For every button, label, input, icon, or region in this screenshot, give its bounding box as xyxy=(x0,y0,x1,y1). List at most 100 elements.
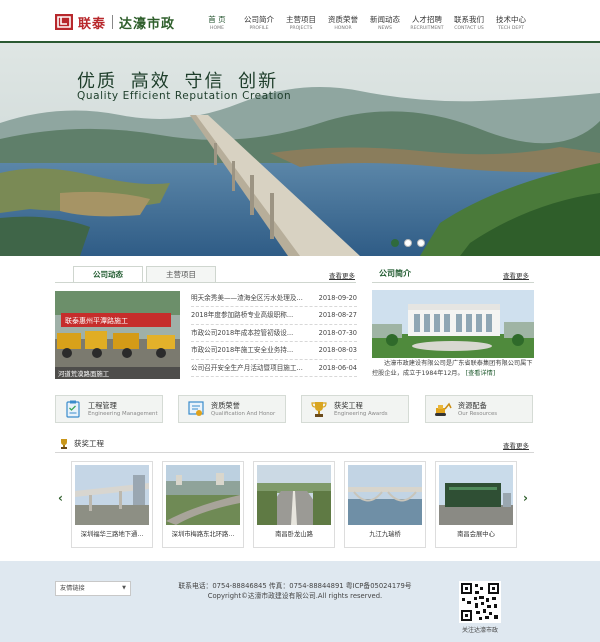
nav-label: 资质荣誉 xyxy=(328,15,358,24)
awards-title: 获奖工程 xyxy=(74,439,104,448)
service-label: 获奖工程 xyxy=(334,400,363,410)
carousel-dots xyxy=(391,239,425,247)
news-title[interactable]: 2018年度参加路桥专业高级职称... xyxy=(191,307,293,323)
nav-sublabel: CONTACT US xyxy=(454,26,484,31)
nav-sublabel: TECH DEPT xyxy=(498,26,524,31)
award-card[interactable]: 深圳市梅路东北环路... xyxy=(162,461,244,548)
service-sublabel: Engineering Awards xyxy=(334,410,388,417)
nav-item-home[interactable]: 首 页 HOME xyxy=(196,15,238,33)
intro-more-link[interactable]: 查看更多 xyxy=(503,270,529,280)
excavator-icon xyxy=(435,402,452,416)
news-date: 2018-07-30 xyxy=(318,328,357,337)
carousel-dot[interactable] xyxy=(417,239,425,247)
news-date: 2018-08-03 xyxy=(318,346,357,355)
hero-banner[interactable]: 优质 高效 守信 创新 Quality Efficient Reputation… xyxy=(0,43,600,256)
award-photo xyxy=(257,465,331,525)
news-item[interactable]: 公司召开安全生产月活动暨项目施工... 2018-06-04 xyxy=(191,360,357,377)
clipboard-icon xyxy=(66,400,80,418)
site-logo[interactable]: 联泰 达濠市政 xyxy=(55,12,175,32)
news-title[interactable]: 市政公司2018年施工安全业务持... xyxy=(191,342,293,358)
news-title[interactable]: 明天余秀美——渣海全区污水处理及... xyxy=(191,290,303,306)
news-photo[interactable]: 联泰惠州平潭路施工 河道荒漠路面施工 xyxy=(55,291,180,379)
friend-links-select[interactable]: 友情链接 ▼ xyxy=(55,581,131,596)
logo-name: 联泰 xyxy=(78,16,107,32)
chevron-down-icon: ▼ xyxy=(122,585,126,591)
tab-company-news[interactable]: 公司动态 xyxy=(73,266,143,283)
news-item[interactable]: 市政公司2018年施工安全业务持... 2018-08-03 xyxy=(191,342,357,360)
news-tabs: 公司动态 主营项目 xyxy=(73,266,219,283)
nav-sublabel: RECRUITMENT xyxy=(410,26,444,31)
award-caption: 深圳福华三路地下通... xyxy=(80,531,144,538)
nav-label: 人才招聘 xyxy=(412,15,442,24)
award-card[interactable]: 九江九瑞桥 xyxy=(344,461,426,548)
nav-item-honor[interactable]: 资质荣誉 HONOR xyxy=(322,15,364,33)
news-item[interactable]: 2018年度参加路桥专业高级职称... 2018-08-27 xyxy=(191,307,357,325)
nav-item-recruitment[interactable]: 人才招聘 RECRUITMENT xyxy=(406,15,448,33)
award-card[interactable]: 深圳福华三路地下通... xyxy=(71,461,153,548)
certificate-icon xyxy=(188,401,204,416)
footer-contact: 联系电话：0754-88846845 传真：0754-88844891 粤ICP… xyxy=(178,582,412,590)
award-photo xyxy=(439,465,513,525)
carousel-dot[interactable] xyxy=(404,239,412,247)
svg-text:联泰惠州平潭路施工: 联泰惠州平潭路施工 xyxy=(65,316,128,325)
news-more-link[interactable]: 查看更多 xyxy=(329,270,355,280)
site-footer xyxy=(0,561,600,642)
nav-sublabel: PROFILE xyxy=(249,26,269,31)
tab-main-projects[interactable]: 主营项目 xyxy=(146,266,216,283)
building-image xyxy=(372,290,534,358)
award-card[interactable]: 南昌卧龙山路 xyxy=(253,461,335,548)
nav-label: 技术中心 xyxy=(496,15,526,24)
service-sublabel: Our Resources xyxy=(458,410,498,417)
nav-label: 新闻动态 xyxy=(370,15,400,24)
logo-divider xyxy=(112,15,114,29)
service-sublabel: Engineering Management xyxy=(88,410,158,417)
nav-label: 公司简介 xyxy=(244,15,274,24)
nav-item-news[interactable]: 新闻动态 NEWS xyxy=(364,15,406,33)
news-title[interactable]: 市政公司2018年成本控管初级设... xyxy=(191,325,293,341)
nav-label: 主营项目 xyxy=(286,15,316,24)
nav-item-contact[interactable]: 联系我们 CONTACT US xyxy=(448,15,490,33)
service-qualification-honor[interactable]: 资质荣誉 Qualification And Honor xyxy=(178,395,286,423)
logo-subtitle: 达濠市政 xyxy=(119,16,176,32)
trophy-icon xyxy=(61,439,67,449)
award-card[interactable]: 南昌会展中心 xyxy=(435,461,517,548)
service-engineering-awards[interactable]: 获奖工程 Engineering Awards xyxy=(301,395,409,423)
intro-heading: 公司简介 xyxy=(379,269,411,278)
intro-detail-link[interactable]: [查看详情] xyxy=(466,370,496,377)
award-caption: 南昌卧龙山路 xyxy=(275,531,313,538)
news-date: 2018-08-27 xyxy=(318,311,357,320)
nav-item-projects[interactable]: 主营项目 PROJECTS xyxy=(280,15,322,33)
carousel-dot[interactable] xyxy=(391,239,399,247)
news-divider xyxy=(55,282,356,283)
nav-label: 联系我们 xyxy=(454,15,484,24)
nav-sublabel: HOME xyxy=(210,26,224,31)
news-item[interactable]: 明天余秀美——渣海全区污水处理及... 2018-09-20 xyxy=(191,290,357,308)
nav-item-tech[interactable]: 技术中心 TECH DEPT xyxy=(490,15,532,33)
service-our-resources[interactable]: 资源配备 Our Resources xyxy=(425,395,533,423)
nav-item-profile[interactable]: 公司简介 PROFILE xyxy=(238,15,280,33)
intro-description: 达濠市政建设有限公司是广东省联泰集团有限公司属下控股企业，成立于1984年12月… xyxy=(372,359,534,379)
news-list: 明天余秀美——渣海全区污水处理及... 2018-09-20 2018年度参加路… xyxy=(191,290,357,377)
service-sublabel: Qualification And Honor xyxy=(211,410,276,417)
nav-label: 首 页 xyxy=(208,15,226,24)
news-title[interactable]: 公司召开安全生产月活动暨项目施工... xyxy=(191,360,303,376)
service-label: 工程管理 xyxy=(88,400,117,410)
awards-more-link[interactable]: 查看更多 xyxy=(503,440,529,450)
award-photo xyxy=(166,465,240,525)
qr-code xyxy=(459,581,501,623)
chevron-left-icon[interactable]: ‹ xyxy=(58,491,63,505)
trophy-icon xyxy=(311,402,327,417)
nav-sublabel: PROJECTS xyxy=(289,26,313,31)
main-nav: 首 页 HOME 公司简介 PROFILE 主营项目 PROJECTS 资质荣誉… xyxy=(196,15,532,33)
company-building-photo[interactable] xyxy=(372,290,534,358)
service-label: 资质荣誉 xyxy=(211,400,240,410)
news-photo-caption: 河道荒漠路面施工 xyxy=(58,370,110,378)
service-engineering-management[interactable]: 工程管理 Engineering Management xyxy=(55,395,163,423)
chevron-right-icon[interactable]: › xyxy=(523,491,528,505)
qr-caption: 关注达濠市政 xyxy=(461,627,498,634)
site-header: 联泰 达濠市政 首 页 HOME 公司简介 PROFILE 主营项目 PROJE… xyxy=(0,0,600,43)
news-item[interactable]: 市政公司2018年成本控管初级设... 2018-07-30 xyxy=(191,325,357,343)
select-value: 友情链接 xyxy=(60,585,85,592)
news-date: 2018-09-20 xyxy=(318,294,357,302)
qr-code-icon xyxy=(459,581,501,623)
